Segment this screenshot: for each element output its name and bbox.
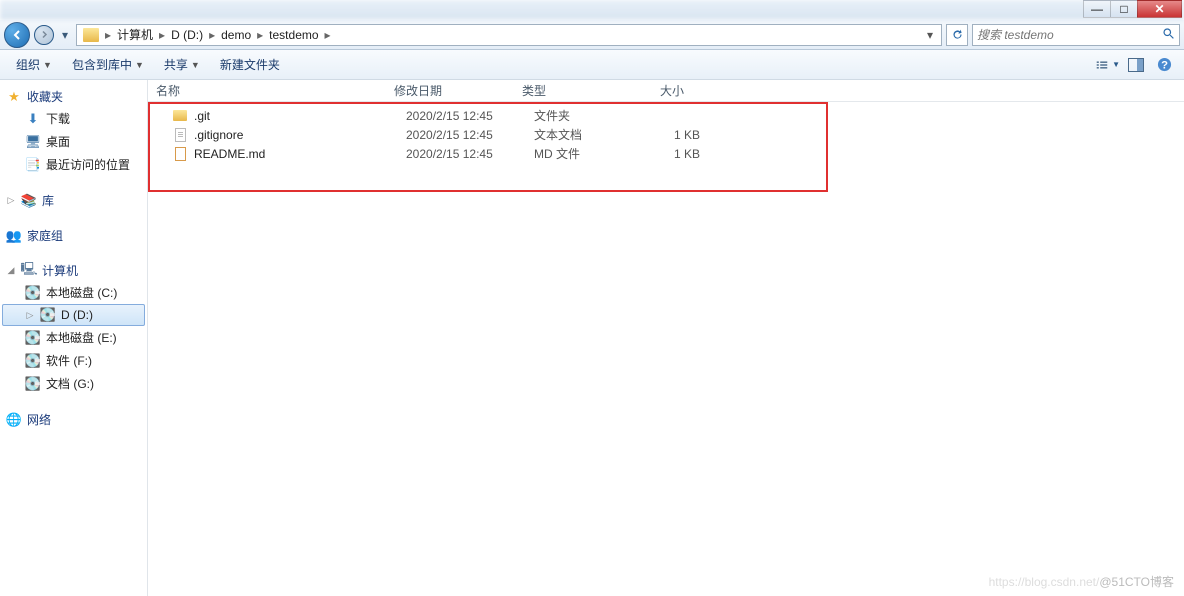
recent-icon: 📑 <box>25 157 41 173</box>
maximize-button[interactable]: □ <box>1110 0 1138 18</box>
refresh-button[interactable] <box>946 24 968 46</box>
text-file-icon <box>172 127 188 143</box>
content-pane: 名称 修改日期 类型 大小 .git 2020/2/15 12:45 文件夹 .… <box>148 80 1184 596</box>
search-icon <box>1162 27 1175 43</box>
folder-icon <box>172 108 188 124</box>
chevron-right-icon: ▸ <box>207 28 217 42</box>
breadcrumb-item[interactable]: 计算机 <box>113 26 157 43</box>
column-date[interactable]: 修改日期 <box>388 82 516 99</box>
titlebar-blur <box>0 0 1184 20</box>
view-options-button[interactable]: ▼ <box>1096 54 1120 76</box>
sidebar-item-drive-d[interactable]: ▷💽D (D:) <box>2 304 145 326</box>
refresh-icon <box>951 28 964 41</box>
file-size: 1 KB <box>636 128 708 142</box>
help-button[interactable]: ? <box>1152 54 1176 76</box>
minimize-button[interactable]: — <box>1083 0 1111 18</box>
file-row[interactable]: README.md 2020/2/15 12:45 MD 文件 1 KB <box>148 144 1184 163</box>
desktop-icon: 🖥 <box>25 134 41 150</box>
file-type: MD 文件 <box>534 145 636 162</box>
sidebar-item-drive-g[interactable]: 💽文档 (G:) <box>2 372 145 395</box>
breadcrumb[interactable]: ▸ 计算机 ▸ D (D:) ▸ demo ▸ testdemo ▸ ▾ <box>76 24 942 46</box>
help-icon: ? <box>1157 57 1172 72</box>
file-row[interactable]: .gitignore 2020/2/15 12:45 文本文档 1 KB <box>148 125 1184 144</box>
sidebar-item-recent[interactable]: 📑最近访问的位置 <box>2 153 145 176</box>
column-type[interactable]: 类型 <box>516 82 618 99</box>
organize-menu[interactable]: 组织▼ <box>8 52 60 77</box>
column-name[interactable]: 名称 <box>148 82 388 99</box>
window-controls: — □ ✕ <box>1084 0 1182 18</box>
back-button[interactable] <box>4 22 30 48</box>
drive-icon: 💽 <box>25 285 41 301</box>
drive-icon: 💽 <box>25 376 41 392</box>
drive-icon: 💽 <box>40 307 56 323</box>
chevron-right-icon: ▸ <box>103 28 113 42</box>
search-box[interactable] <box>972 24 1180 46</box>
sidebar-item-drive-f[interactable]: 💽软件 (F:) <box>2 349 145 372</box>
address-bar: ▾ ▸ 计算机 ▸ D (D:) ▸ demo ▸ testdemo ▸ ▾ <box>0 20 1184 50</box>
share-menu[interactable]: 共享▼ <box>156 52 208 77</box>
file-row[interactable]: .git 2020/2/15 12:45 文件夹 <box>148 106 1184 125</box>
close-button[interactable]: ✕ <box>1137 0 1182 18</box>
chevron-icon: ▷ <box>6 195 16 206</box>
search-input[interactable] <box>977 28 1162 42</box>
md-file-icon <box>172 146 188 162</box>
preview-pane-button[interactable] <box>1124 54 1148 76</box>
sidebar-network[interactable]: 🌐网络 <box>2 409 145 430</box>
breadcrumb-dropdown[interactable]: ▾ <box>921 28 939 42</box>
svg-text:?: ? <box>1161 59 1168 71</box>
sidebar-favorites[interactable]: ★收藏夹 <box>2 86 145 107</box>
drive-icon: 💽 <box>25 353 41 369</box>
homegroup-icon: 👥 <box>6 228 22 244</box>
sidebar-homegroup[interactable]: 👥家庭组 <box>2 225 145 246</box>
main-area: ★收藏夹 ⬇下载 🖥桌面 📑最近访问的位置 ▷📚库 👥家庭组 ◢🖳计算机 💽本地… <box>0 80 1184 596</box>
chevron-right-icon: ▸ <box>323 28 333 42</box>
toolbar: 组织▼ 包含到库中▼ 共享▼ 新建文件夹 ▼ ? <box>0 50 1184 80</box>
breadcrumb-item[interactable]: demo <box>217 28 255 42</box>
new-folder-button[interactable]: 新建文件夹 <box>212 52 288 77</box>
column-size[interactable]: 大小 <box>618 82 690 99</box>
chevron-icon: ▷ <box>25 310 35 321</box>
sidebar: ★收藏夹 ⬇下载 🖥桌面 📑最近访问的位置 ▷📚库 👥家庭组 ◢🖳计算机 💽本地… <box>0 80 148 596</box>
drive-icon: 💽 <box>25 330 41 346</box>
download-icon: ⬇ <box>25 111 41 127</box>
sidebar-item-drive-c[interactable]: 💽本地磁盘 (C:) <box>2 281 145 304</box>
file-size: 1 KB <box>636 147 708 161</box>
view-icon <box>1096 58 1110 72</box>
file-name: .gitignore <box>194 128 406 142</box>
arrow-right-icon <box>40 30 49 39</box>
breadcrumb-item[interactable]: testdemo <box>265 28 322 42</box>
watermark: https://blog.csdn.net/@51CTO博客 <box>989 573 1174 590</box>
nav-history-dropdown[interactable]: ▾ <box>58 28 72 42</box>
chevron-down-icon: ◢ <box>6 265 16 276</box>
sidebar-item-desktop[interactable]: 🖥桌面 <box>2 130 145 153</box>
sidebar-computer[interactable]: ◢🖳计算机 <box>2 260 145 281</box>
column-header: 名称 修改日期 类型 大小 <box>148 80 1184 102</box>
computer-icon: 🖳 <box>21 263 37 279</box>
file-date: 2020/2/15 12:45 <box>406 109 534 123</box>
network-icon: 🌐 <box>6 412 22 428</box>
sidebar-item-downloads[interactable]: ⬇下载 <box>2 107 145 130</box>
sidebar-libraries[interactable]: ▷📚库 <box>2 190 145 211</box>
folder-icon <box>83 28 99 42</box>
file-name: .git <box>194 109 406 123</box>
file-list: .git 2020/2/15 12:45 文件夹 .gitignore 2020… <box>148 102 1184 167</box>
file-date: 2020/2/15 12:45 <box>406 128 534 142</box>
file-date: 2020/2/15 12:45 <box>406 147 534 161</box>
preview-pane-icon <box>1128 58 1144 72</box>
star-icon: ★ <box>6 89 22 105</box>
chevron-right-icon: ▸ <box>255 28 265 42</box>
file-type: 文件夹 <box>534 107 636 124</box>
sidebar-item-drive-e[interactable]: 💽本地磁盘 (E:) <box>2 326 145 349</box>
forward-button[interactable] <box>34 25 54 45</box>
breadcrumb-item[interactable]: D (D:) <box>167 28 207 42</box>
file-name: README.md <box>194 147 406 161</box>
chevron-right-icon: ▸ <box>157 28 167 42</box>
arrow-left-icon <box>11 29 23 41</box>
file-type: 文本文档 <box>534 126 636 143</box>
library-icon: 📚 <box>21 193 37 209</box>
include-library-menu[interactable]: 包含到库中▼ <box>64 52 152 77</box>
